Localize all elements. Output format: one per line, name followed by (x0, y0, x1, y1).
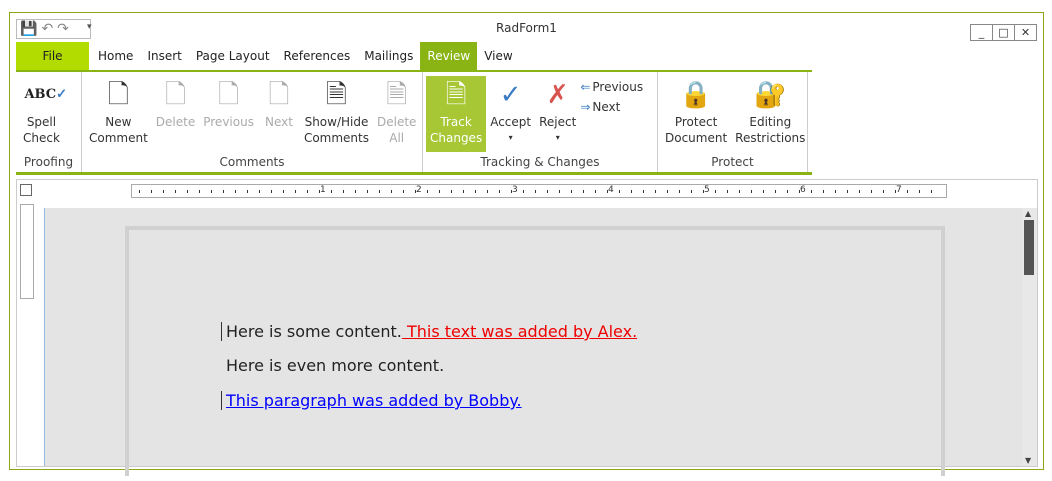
track-changes-button[interactable]: 🗎 Track Changes (426, 76, 487, 152)
delete-comment-icon: 🗋 (165, 80, 186, 110)
inserted-text-alex: This text was added by Alex. (401, 322, 638, 341)
ribbon: ABC✓ Spell Check Proofing 🗋 New Comment 🗋 D… (16, 70, 812, 175)
ruler-number: 1 (320, 185, 326, 195)
accept-icon: ✓ (499, 80, 522, 110)
ruler-number: 4 (608, 185, 614, 195)
window-title: RadForm1 (496, 21, 557, 35)
spell-check-icon: ABC✓ (24, 87, 68, 102)
previous-comment-icon: 🗋 (218, 80, 240, 110)
track-changes-icon: 🗎 (445, 80, 467, 110)
protect-document-icon: 🔒 (679, 80, 713, 110)
editing-restrictions-icon: 🔐 (754, 80, 787, 110)
tab-file[interactable]: File (16, 42, 89, 70)
tab-references[interactable]: References (277, 42, 358, 70)
inserted-paragraph-bobby: This paragraph was added by Bobby. (226, 391, 522, 410)
delete-all-icon: 🗎 (386, 80, 408, 110)
paragraph[interactable]: Here is even more content. (221, 356, 444, 375)
scroll-down-icon[interactable]: ▼ (1025, 456, 1031, 465)
tab-insert[interactable]: Insert (140, 42, 188, 70)
scroll-thumb[interactable] (1024, 220, 1034, 275)
window: 💾 ↶ ↷ ▾ RadForm1 _ □ ✕ File Home Insert … (9, 12, 1044, 476)
ruler-number: 2 (416, 185, 422, 195)
ruler-number: 7 (896, 185, 902, 195)
close-button[interactable]: ✕ (1014, 24, 1037, 41)
previous-change-button[interactable]: ⇐ Previous (580, 80, 643, 94)
group-proofing: ABC✓ Spell Check Proofing (16, 72, 82, 172)
paragraph[interactable]: Here is some content. This text was adde… (221, 322, 637, 341)
ribbon-tabs: File Home Insert Page Layout References … (16, 42, 520, 70)
reject-icon: ✗ (546, 80, 569, 110)
group-tracking: 🗎 Track Changes ✓ Accept ▾ ✗ Reject ▾ ⇐ Previou… (423, 72, 658, 172)
next-comment-icon: 🗋 (268, 80, 290, 110)
tab-home[interactable]: Home (91, 42, 140, 70)
ruler-number: 5 (704, 185, 710, 195)
group-protect: 🔒 Protect Document 🔐 Editing Restrictions Pr… (658, 72, 808, 172)
paragraph[interactable]: This paragraph was added by Bobby. (221, 391, 522, 410)
tab-review[interactable]: Review (420, 42, 478, 70)
vertical-scrollbar[interactable]: ▲ ▼ (1022, 208, 1037, 466)
next-icon: ⇒ (580, 100, 591, 114)
maximize-button[interactable]: □ (992, 24, 1015, 41)
group-comments: 🗋 New Comment 🗋 Delete 🗋 Previous 🗋 Next 🗎 Sho… (82, 72, 423, 172)
previous-icon: ⇐ (580, 80, 591, 94)
show-hide-comments-icon: 🗎 (326, 80, 347, 110)
new-comment-icon: 🗋 (107, 80, 129, 110)
ruler-toggle-button[interactable] (20, 184, 32, 196)
minimize-button[interactable]: _ (970, 24, 993, 41)
vertical-ruler[interactable] (20, 204, 34, 464)
group-label: Tracking & Changes (480, 155, 600, 169)
scroll-up-icon[interactable]: ▲ (1025, 209, 1031, 218)
group-label: Protect (711, 155, 754, 169)
tab-page-layout[interactable]: Page Layout (189, 42, 277, 70)
next-change-button[interactable]: ⇒ Next (580, 100, 643, 114)
document-editor: 1 2 3 4 5 6 7 Here is some content. This text … (16, 179, 1038, 476)
ruler-number: 6 (800, 185, 806, 195)
ruler-number: 3 (512, 185, 518, 195)
group-label: Proofing (23, 155, 74, 169)
horizontal-ruler[interactable]: 1 2 3 4 5 6 7 (131, 184, 947, 198)
document-area[interactable]: Here is some content. This text was adde… (44, 208, 1025, 476)
tab-view[interactable]: View (477, 42, 519, 70)
group-label: Comments (219, 155, 285, 169)
page: Here is some content. This text was adde… (125, 226, 945, 476)
tab-mailings[interactable]: Mailings (357, 42, 420, 70)
